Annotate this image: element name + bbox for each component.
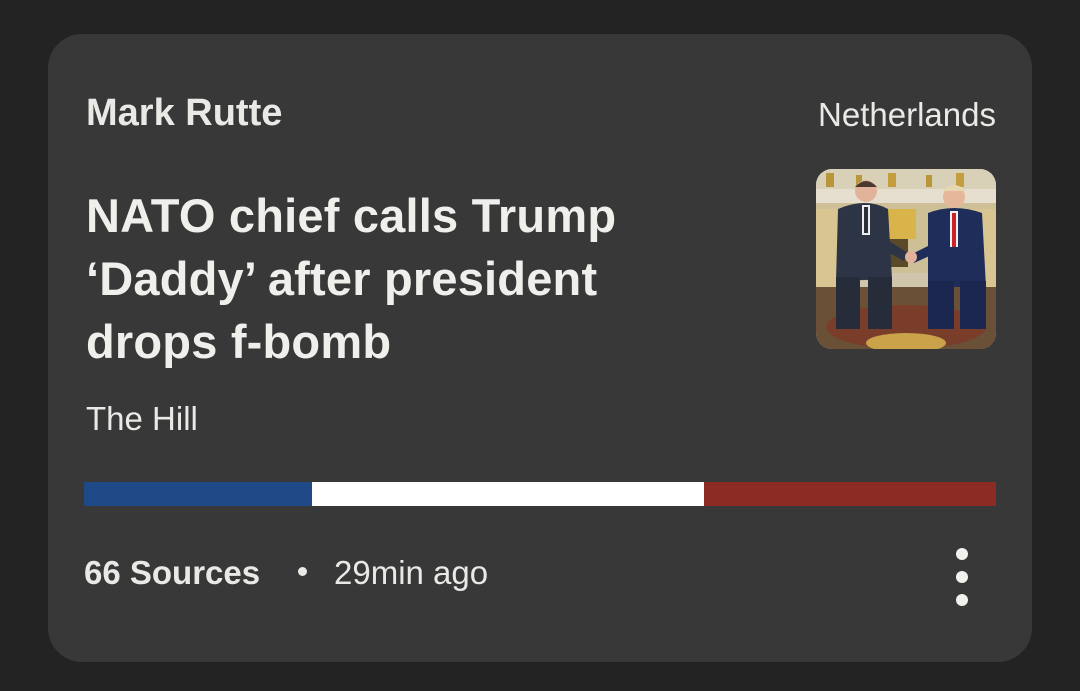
more-vertical-icon [956, 548, 968, 560]
bias-left-segment [84, 482, 312, 506]
story-thumbnail[interactable] [816, 169, 996, 349]
source-name[interactable]: The Hill [86, 400, 198, 438]
story-card[interactable]: Mark Rutte Netherlands NATO chief calls … [48, 34, 1032, 662]
region-label: Netherlands [818, 96, 996, 133]
timestamp: 29min ago [334, 554, 489, 591]
story-headline[interactable]: NATO chief calls Trump ‘Daddy’ after pre… [86, 184, 736, 373]
topic-label[interactable]: Mark Rutte [86, 92, 282, 135]
bias-right-segment [704, 482, 996, 506]
separator-dot [298, 567, 307, 576]
bias-distribution-bar [84, 482, 996, 506]
sources-count[interactable]: 66 Sources [84, 554, 260, 592]
news-photo-icon [816, 169, 996, 349]
more-options-button[interactable] [944, 544, 980, 610]
bias-center-segment [312, 482, 705, 506]
